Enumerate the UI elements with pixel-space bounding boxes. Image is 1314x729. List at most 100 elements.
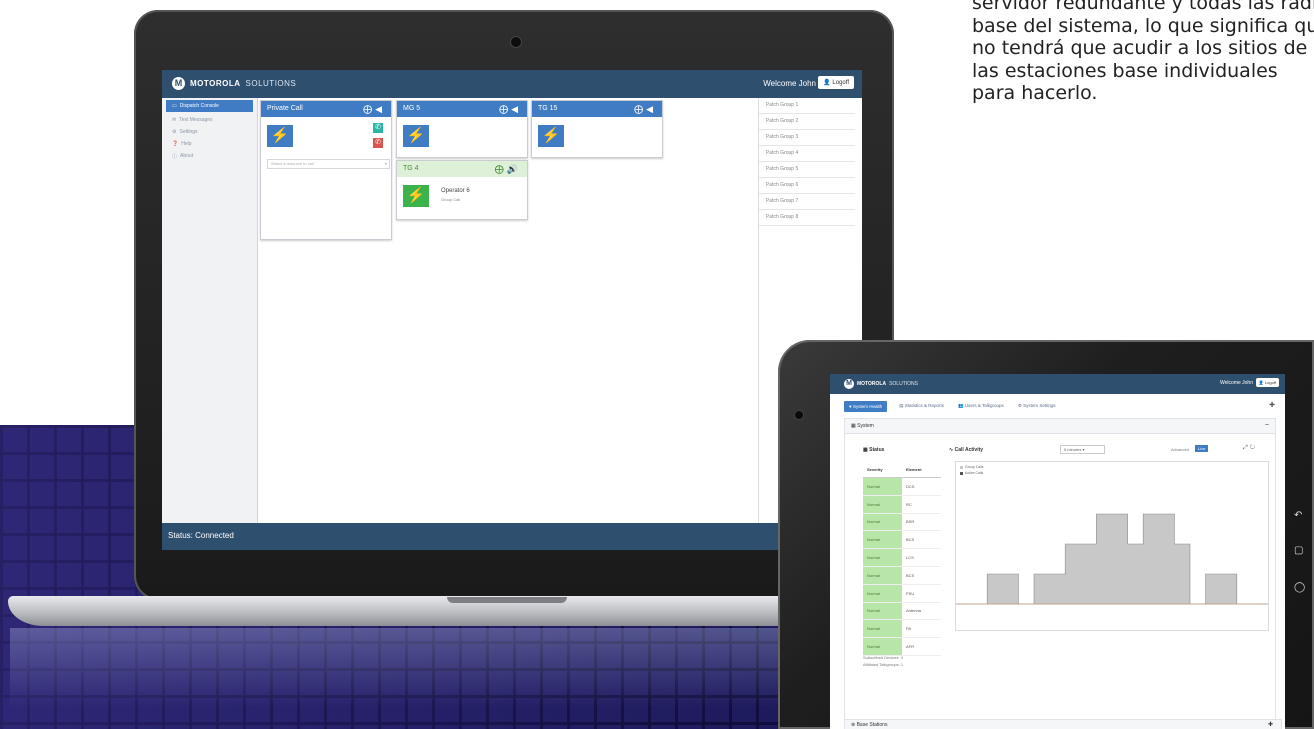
card-header: TG 4 ⨁🔊 <box>397 161 527 177</box>
call-card-mg5[interactable]: MG 5 ⨁◀ ⚡ <box>396 100 528 158</box>
home-icon[interactable]: ▢ <box>1294 545 1303 556</box>
live-button[interactable]: Live <box>1195 445 1209 452</box>
app-header: M MOTOROLA SOLUTIONS Welcome John 👤 Logo… <box>830 374 1285 394</box>
gear-icon: ⚙ <box>1017 403 1022 408</box>
element-cell: PSU <box>902 584 941 603</box>
table-row[interactable]: Normal BCS <box>863 566 941 585</box>
table-row[interactable]: Normal LCS <box>863 548 941 567</box>
element-cell: DCS <box>902 477 941 496</box>
users-icon: 👥 <box>958 403 964 408</box>
nav-item-settings[interactable]: ⚙ Settings <box>162 126 257 138</box>
base-stations-label: Base Stations <box>856 722 888 728</box>
tab-statistics-reports[interactable]: ▤ Statistics & Reports <box>897 400 946 412</box>
resource-select[interactable]: Select a resource to call ▾ <box>267 159 390 169</box>
left-sidebar: ▭ Dispatch Console ✉ Text Messages ⚙ Settin… <box>162 98 258 523</box>
nav-item-dispatch-console[interactable]: ▭ Dispatch Console <box>166 100 253 112</box>
target-icon[interactable]: ⨁ <box>499 104 511 114</box>
laptop-base <box>8 596 820 626</box>
marketing-line: no tendrá que acudir a los sitios de <box>972 37 1308 59</box>
call-card-tg15[interactable]: TG 15 ⨁◀ ⚡ <box>531 100 663 158</box>
table-row[interactable]: Normal RC <box>863 495 941 514</box>
patch-group-item[interactable]: Patch Group 8 <box>759 210 855 226</box>
recent-apps-icon[interactable]: ◯ <box>1294 582 1305 593</box>
patch-group-item[interactable]: Patch Group 2 <box>759 114 855 130</box>
nav-label: Settings <box>179 129 198 135</box>
column-header[interactable]: Element <box>902 461 941 478</box>
marketing-line: las estaciones base individuales <box>972 59 1278 82</box>
speaker-icon[interactable]: ◀ <box>375 104 385 114</box>
refresh-icon[interactable]: ↻ <box>1250 445 1257 451</box>
element-cell: BSR <box>902 513 941 532</box>
phone-hangup-icon[interactable]: ✆ <box>373 138 383 148</box>
patch-group-item[interactable]: Patch Group 6 <box>759 178 855 194</box>
ptt-bolt-icon[interactable]: ⚡ <box>267 125 293 147</box>
patch-group-item[interactable]: Patch Group 5 <box>759 162 855 178</box>
call-card-private[interactable]: Private Call ⨁◀ ⚡ ✆ ✆ Select a resource … <box>260 100 392 240</box>
base-stations-panel[interactable]: ⊛ Base Stations ✚ <box>844 719 1282 729</box>
tab-label: System Health <box>852 403 883 409</box>
logout-button[interactable]: 👤 Logoff <box>818 76 854 89</box>
card-title: TG 4 <box>403 165 419 172</box>
expand-panel-icon[interactable]: ✚ <box>1268 720 1273 729</box>
phone-answer-icon[interactable]: ✆ <box>373 123 383 133</box>
patch-group-item[interactable]: Patch Group 1 <box>759 98 855 114</box>
tablet: ↶ ▢ ◯ M MOTOROLA SOLUTIONS Welcome John … <box>778 340 1314 729</box>
table-row[interactable]: Normal AFR <box>863 637 941 656</box>
panel-header[interactable]: ▦ System − <box>845 419 1275 434</box>
patch-group-item[interactable]: Patch Group 3 <box>759 130 855 146</box>
period-select[interactable]: 5 minutes ▾ <box>1060 445 1105 454</box>
tab-bar: ♥ System Health ▤ Statistics & Reports 👥… <box>844 400 1058 412</box>
nav-label: Dispatch Console <box>179 103 219 109</box>
add-tab-icon[interactable]: ✚ <box>1269 401 1275 409</box>
tab-system-health[interactable]: ♥ System Health <box>844 400 888 412</box>
table-row[interactable]: Normal PA <box>863 619 941 639</box>
panel-title: System <box>857 423 874 429</box>
target-icon[interactable]: ⨁ <box>363 104 375 114</box>
info-icon: ⓘ <box>172 154 178 160</box>
legend-entry: Active Calls <box>960 471 983 475</box>
nav-item-text-messages[interactable]: ✉ Text Messages <box>162 114 257 126</box>
brand: M MOTOROLA SOLUTIONS <box>844 379 918 389</box>
table-row[interactable]: Normal BSR <box>863 513 941 532</box>
brand-sub: SOLUTIONS <box>889 381 918 387</box>
tab-users-talkgroups[interactable]: 👥 Users & Talkgroups <box>956 400 1006 412</box>
table-row[interactable]: Normal DCS <box>863 477 941 496</box>
expand-icon[interactable]: ⤢ <box>1243 445 1250 451</box>
nav-item-help[interactable]: ❓ Help <box>162 138 257 150</box>
table-row[interactable]: Normal Antenna <box>863 602 941 621</box>
target-icon[interactable]: ⨁ <box>495 164 507 174</box>
card-header: TG 15 ⨁◀ <box>532 101 662 117</box>
subscribed-devices: Subscribed Devices: 4 <box>863 655 903 660</box>
speaker-icon[interactable]: ◀ <box>511 104 521 114</box>
marketing-text: servidor redundante y todas las radio ba… <box>972 0 1314 105</box>
logout-label: Logoff <box>1264 380 1276 385</box>
camera-icon <box>794 410 804 420</box>
logout-button[interactable]: 👤 Logoff <box>1255 378 1279 387</box>
speaker-active-icon[interactable]: 🔊 <box>507 164 521 174</box>
grid-icon: ▦ <box>851 423 856 429</box>
table-row[interactable]: Normal PSU <box>863 584 941 603</box>
advanced-label: Advanced <box>1171 447 1189 452</box>
call-card-tg4[interactable]: TG 4 ⨁🔊 ⚡ Operator 6 Group Call <box>396 160 528 220</box>
patch-group-item[interactable]: Patch Group 4 <box>759 146 855 162</box>
tab-label: Users & Talkgroups <box>964 403 1004 408</box>
severity-cell: Normal <box>863 513 902 532</box>
severity-cell: Normal <box>863 637 902 656</box>
speaker-icon[interactable]: ◀ <box>646 104 656 114</box>
table-row[interactable]: Normal BCS <box>863 530 941 550</box>
severity-cell: Normal <box>863 566 902 585</box>
call-activity-title: ∿ Call Activity <box>949 447 983 453</box>
call-activity-label: Call Activity <box>954 447 984 453</box>
ptt-bolt-icon[interactable]: ⚡ <box>538 125 564 147</box>
tab-system-settings[interactable]: ⚙ System Settings <box>1016 400 1058 412</box>
nav-item-about[interactable]: ⓘ About <box>162 150 257 163</box>
patch-group-item[interactable]: Patch Group 7 <box>759 194 855 210</box>
back-icon[interactable]: ↶ <box>1294 510 1302 521</box>
card-title: Private Call <box>267 105 303 112</box>
column-header[interactable]: Severity <box>863 461 902 478</box>
collapse-icon[interactable]: − <box>1265 419 1269 433</box>
nav-label: About <box>180 153 194 159</box>
target-icon[interactable]: ⨁ <box>634 104 646 114</box>
ptt-bolt-icon[interactable]: ⚡ <box>403 125 429 147</box>
ptt-bolt-icon[interactable]: ⚡ <box>403 185 429 207</box>
